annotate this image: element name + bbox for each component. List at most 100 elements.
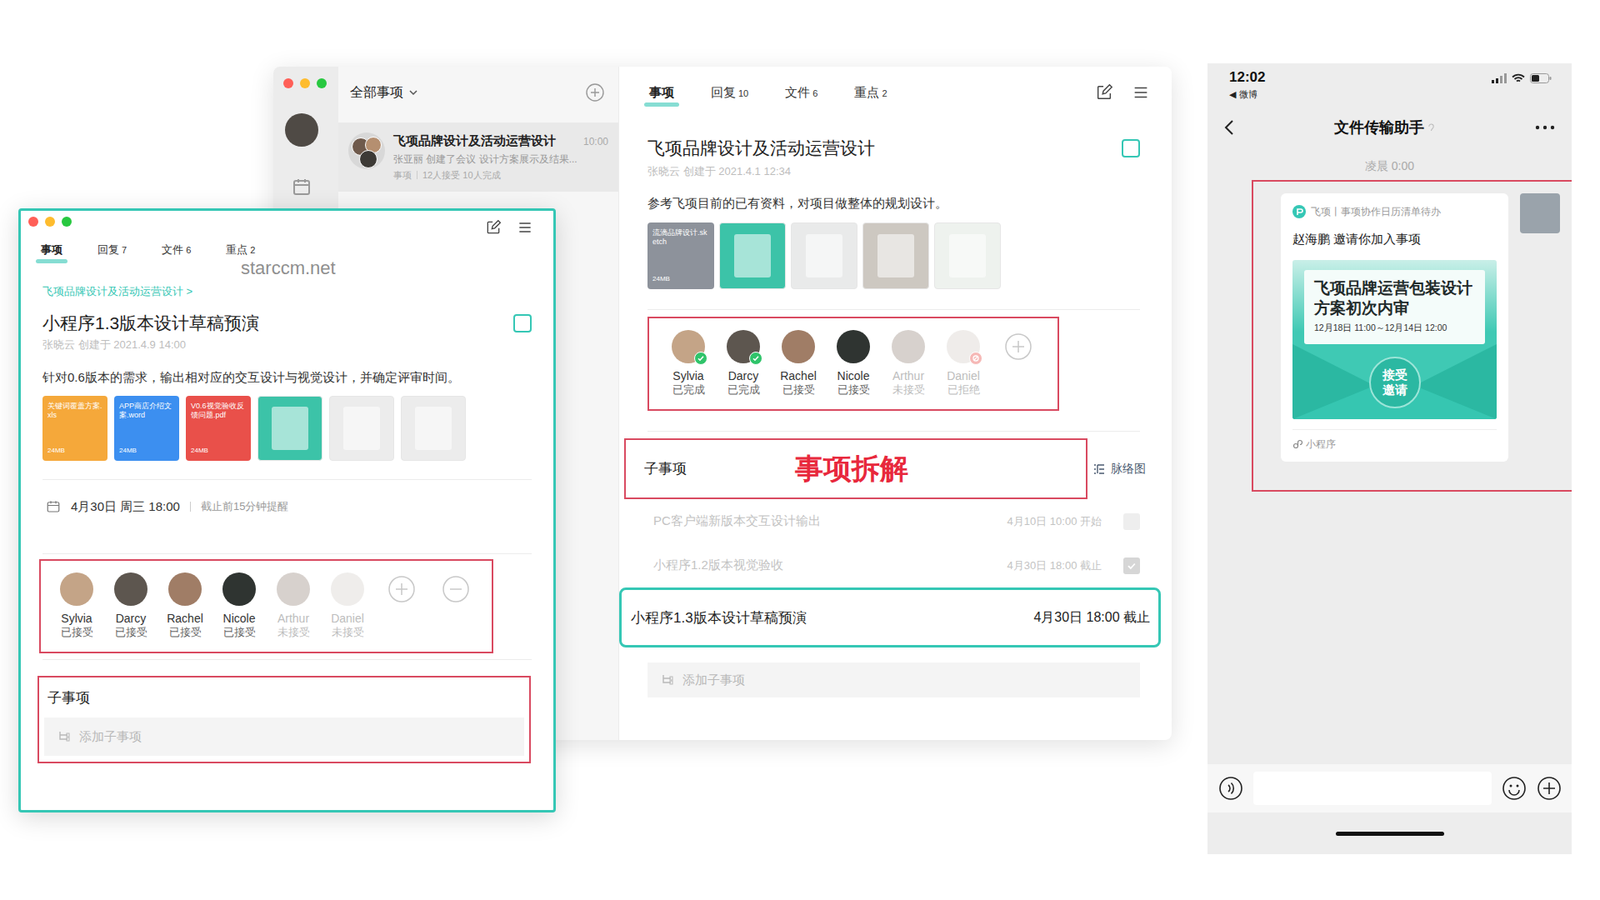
attachment[interactable] (400, 395, 466, 461)
member-name: Nicole (837, 368, 870, 384)
attachment[interactable]: 流滴品牌设计.sketch24MB (647, 222, 715, 290)
member[interactable]: Darcy已完成 (719, 330, 768, 398)
mini-program-card[interactable]: 飞项丨事项协作日历清单待办赵海鹏 邀请你加入事项飞项品牌运营包装设计方案初次内审… (1280, 193, 1509, 462)
subtask-checkbox[interactable] (1123, 557, 1140, 575)
complete-checkbox[interactable] (513, 314, 532, 333)
add-member-icon[interactable] (1001, 330, 1035, 364)
toolbar (485, 219, 534, 236)
member-status: 已接受 (837, 383, 870, 398)
member[interactable]: Daniel未接受 (323, 572, 372, 640)
attachment[interactable]: V0.6视觉验收反馈问题.pdf24MB (185, 395, 251, 461)
tab[interactable]: 事项 (649, 85, 675, 101)
mindmap-button[interactable]: 脉络图 (1092, 461, 1146, 477)
tab[interactable]: 文件6 (785, 85, 818, 101)
accept-button[interactable]: 接受邀请 (1369, 356, 1421, 409)
add-subtask-button[interactable]: 添加子事项 (44, 717, 525, 756)
phone-screen: 12:02◀ 微博文件传输助手 凌晨 0:00飞项丨事项协作日历清单待办赵海鹏 … (1207, 63, 1572, 855)
back-to-app[interactable]: ◀ 微博 (1229, 88, 1265, 100)
add-member-icon[interactable] (385, 572, 419, 606)
edit-icon[interactable] (1095, 83, 1114, 102)
tab[interactable]: 重点2 (225, 242, 255, 258)
edit-icon[interactable] (485, 219, 502, 236)
member-status: 已接受 (115, 625, 148, 640)
add-member[interactable] (994, 330, 1043, 398)
member[interactable]: Sylvia已完成 (664, 330, 713, 398)
attachment[interactable] (257, 395, 323, 461)
member[interactable]: Daniel已拒绝 (939, 330, 988, 398)
declined-icon (970, 353, 981, 364)
list-item-text: 飞项品牌设计及活动运营设计10:00张亚丽 创建了会议 设计方案展示及结果...… (393, 132, 609, 182)
card-footer-label: 小程序 (1305, 436, 1336, 452)
list-item-time: 10:00 (583, 135, 609, 148)
chat-title: 文件传输助手 (1334, 117, 1435, 138)
menu-icon[interactable] (1131, 83, 1150, 102)
member[interactable]: Nicole已接受 (215, 572, 264, 640)
member-avatar (891, 330, 925, 364)
calendar-icon[interactable] (291, 176, 312, 197)
member[interactable]: Nicole已接受 (829, 330, 878, 398)
tab[interactable]: 重点2 (854, 85, 887, 101)
subtask-row[interactable]: PC客户端新版本交互设计输出4月10日 10:00 开始 (647, 499, 1140, 544)
member[interactable]: Rachel已接受 (160, 572, 210, 640)
member[interactable]: Arthur未接受 (269, 572, 318, 640)
menu-icon[interactable] (516, 219, 534, 236)
back-chevron-icon[interactable] (1224, 119, 1235, 136)
due-row[interactable]: 4月30日 周三 18:00截止前15分钟提醒 (42, 480, 532, 534)
subtasks: 子事项添加子事项 (37, 675, 531, 764)
member[interactable]: Rachel已接受 (774, 330, 823, 398)
remove-member-icon[interactable] (439, 572, 473, 606)
add-subtask-button[interactable]: 添加子事项 (647, 662, 1140, 698)
user-avatar[interactable] (285, 113, 319, 147)
tab[interactable]: 回复7 (97, 242, 127, 258)
attachment[interactable]: 关键词覆盖方案.xls24MB (42, 395, 108, 461)
file-size: 24MB (47, 446, 103, 455)
message-row: 飞项丨事项协作日历清单待办赵海鹏 邀请你加入事项飞项品牌运营包装设计方案初次内审… (1251, 180, 1572, 492)
member-status: 已接受 (169, 625, 202, 640)
attachment[interactable] (934, 222, 1001, 290)
plus-icon[interactable] (1536, 775, 1562, 801)
member[interactable]: Darcy已接受 (106, 572, 155, 640)
close-button[interactable] (283, 78, 294, 89)
remove-member[interactable] (431, 572, 480, 640)
subtask-title: PC客户端新版本交互设计输出 (653, 513, 1008, 530)
tab[interactable]: 事项 (40, 242, 63, 258)
subtask-row[interactable]: 小程序1.3版本设计草稿预演4月30日 18:00 截止 (619, 587, 1161, 648)
invite-title: 飞项品牌运营包装设计方案初次内审 (1314, 278, 1475, 319)
reminder: 截止前15分钟提醒 (200, 499, 289, 515)
member-status: 已接受 (60, 625, 94, 640)
add-subtask-label: 添加子事项 (79, 729, 142, 745)
member[interactable]: Sylvia已接受 (52, 572, 101, 640)
subtask-title: 小程序1.2版本视觉验收 (653, 557, 1008, 574)
more-icon[interactable] (1535, 125, 1555, 130)
breadcrumb[interactable]: 飞项品牌设计及活动运营设计 > (42, 284, 532, 299)
file-name: 流滴品牌设计.sketch (652, 228, 710, 247)
attachment[interactable] (790, 222, 858, 290)
attachment[interactable] (719, 222, 786, 290)
add-circle-icon[interactable] (585, 82, 605, 103)
close-button[interactable] (28, 216, 39, 227)
maximize-button[interactable] (316, 78, 327, 89)
minimize-button[interactable] (300, 78, 310, 89)
maximize-button[interactable] (61, 216, 72, 227)
filter-dropdown[interactable]: 全部事项 (350, 84, 419, 102)
attachment[interactable]: APP商店介绍文案.word24MB (114, 395, 180, 461)
message-input[interactable] (1253, 771, 1492, 805)
sender-avatar[interactable] (1520, 193, 1560, 234)
emoji-icon[interactable] (1501, 775, 1527, 801)
member[interactable]: Arthur未接受 (884, 330, 933, 398)
list-item[interactable]: 飞项品牌设计及活动运营设计10:00张亚丽 创建了会议 设计方案展示及结果...… (338, 122, 619, 192)
subtask-row[interactable]: 小程序1.2版本视觉验收4月30日 18:00 截止 (647, 543, 1140, 588)
voice-icon[interactable] (1218, 775, 1244, 801)
home-indicator[interactable] (1335, 831, 1445, 836)
attachment[interactable] (329, 395, 395, 461)
subtask-title: 小程序1.3版本设计草稿预演 (630, 608, 1034, 628)
list-item-top: 飞项品牌设计及活动运营设计10:00 (393, 132, 609, 150)
complete-checkbox[interactable] (1121, 139, 1140, 158)
tab-count: 7 (121, 245, 127, 255)
add-member[interactable] (377, 572, 426, 640)
subtask-checkbox[interactable] (1123, 513, 1140, 530)
attachment[interactable] (862, 222, 930, 290)
minimize-button[interactable] (45, 216, 55, 227)
tab[interactable]: 回复10 (710, 85, 749, 101)
tab[interactable]: 文件6 (161, 242, 191, 258)
